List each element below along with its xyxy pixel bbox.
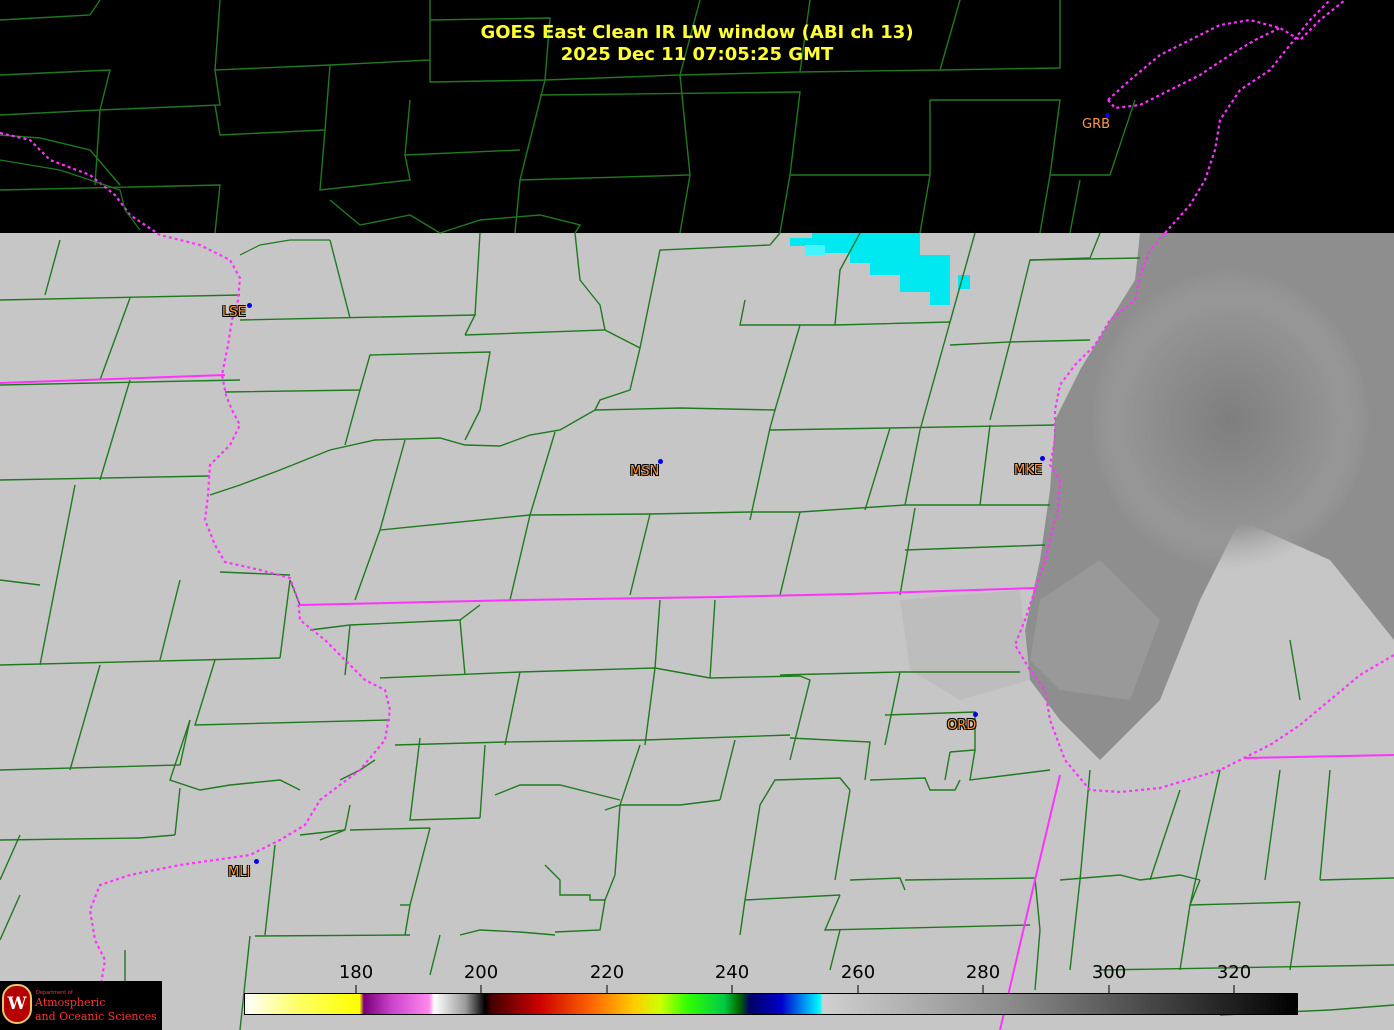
city-label-grb: GRB	[1082, 117, 1111, 132]
city-marker-mke	[1040, 456, 1045, 461]
city-label-mli: MLI	[228, 865, 251, 880]
colorbar-tick-320: 320	[1216, 962, 1252, 983]
city-marker-lse	[247, 303, 252, 308]
aos-logo: W Department of Atmospheric and Oceanic …	[0, 981, 162, 1030]
logo-name-line-2: and Oceanic Sciences	[35, 1010, 157, 1023]
city-label-lse: LSE	[222, 305, 246, 320]
city-label-ord: ORD	[947, 718, 977, 733]
city-marker-mli	[254, 859, 259, 864]
logo-name-line-1: Atmospheric	[35, 996, 106, 1009]
colorbar-tick-240: 240	[714, 962, 750, 983]
colorbar-tick-200: 200	[463, 962, 499, 983]
colorbar-tick-260: 260	[840, 962, 876, 983]
colorbar-tick-180: 180	[338, 962, 374, 983]
colorbar-tick-280: 280	[965, 962, 1001, 983]
lake-warm-core	[1090, 270, 1370, 570]
colorbar	[244, 993, 1298, 1015]
city-marker-ord	[973, 712, 978, 717]
satellite-map	[0, 0, 1394, 1030]
city-label-mke: MKE	[1014, 463, 1042, 478]
colorbar-tick-300: 300	[1091, 962, 1127, 983]
uw-seal-icon: W	[2, 984, 32, 1024]
title-line-2: 2025 Dec 11 07:05:25 GMT	[560, 44, 834, 65]
title-line-1: GOES East Clean IR LW window (ABI ch 13)	[480, 22, 914, 43]
city-label-msn: MSN	[630, 464, 660, 479]
colorbar-tick-220: 220	[589, 962, 625, 983]
